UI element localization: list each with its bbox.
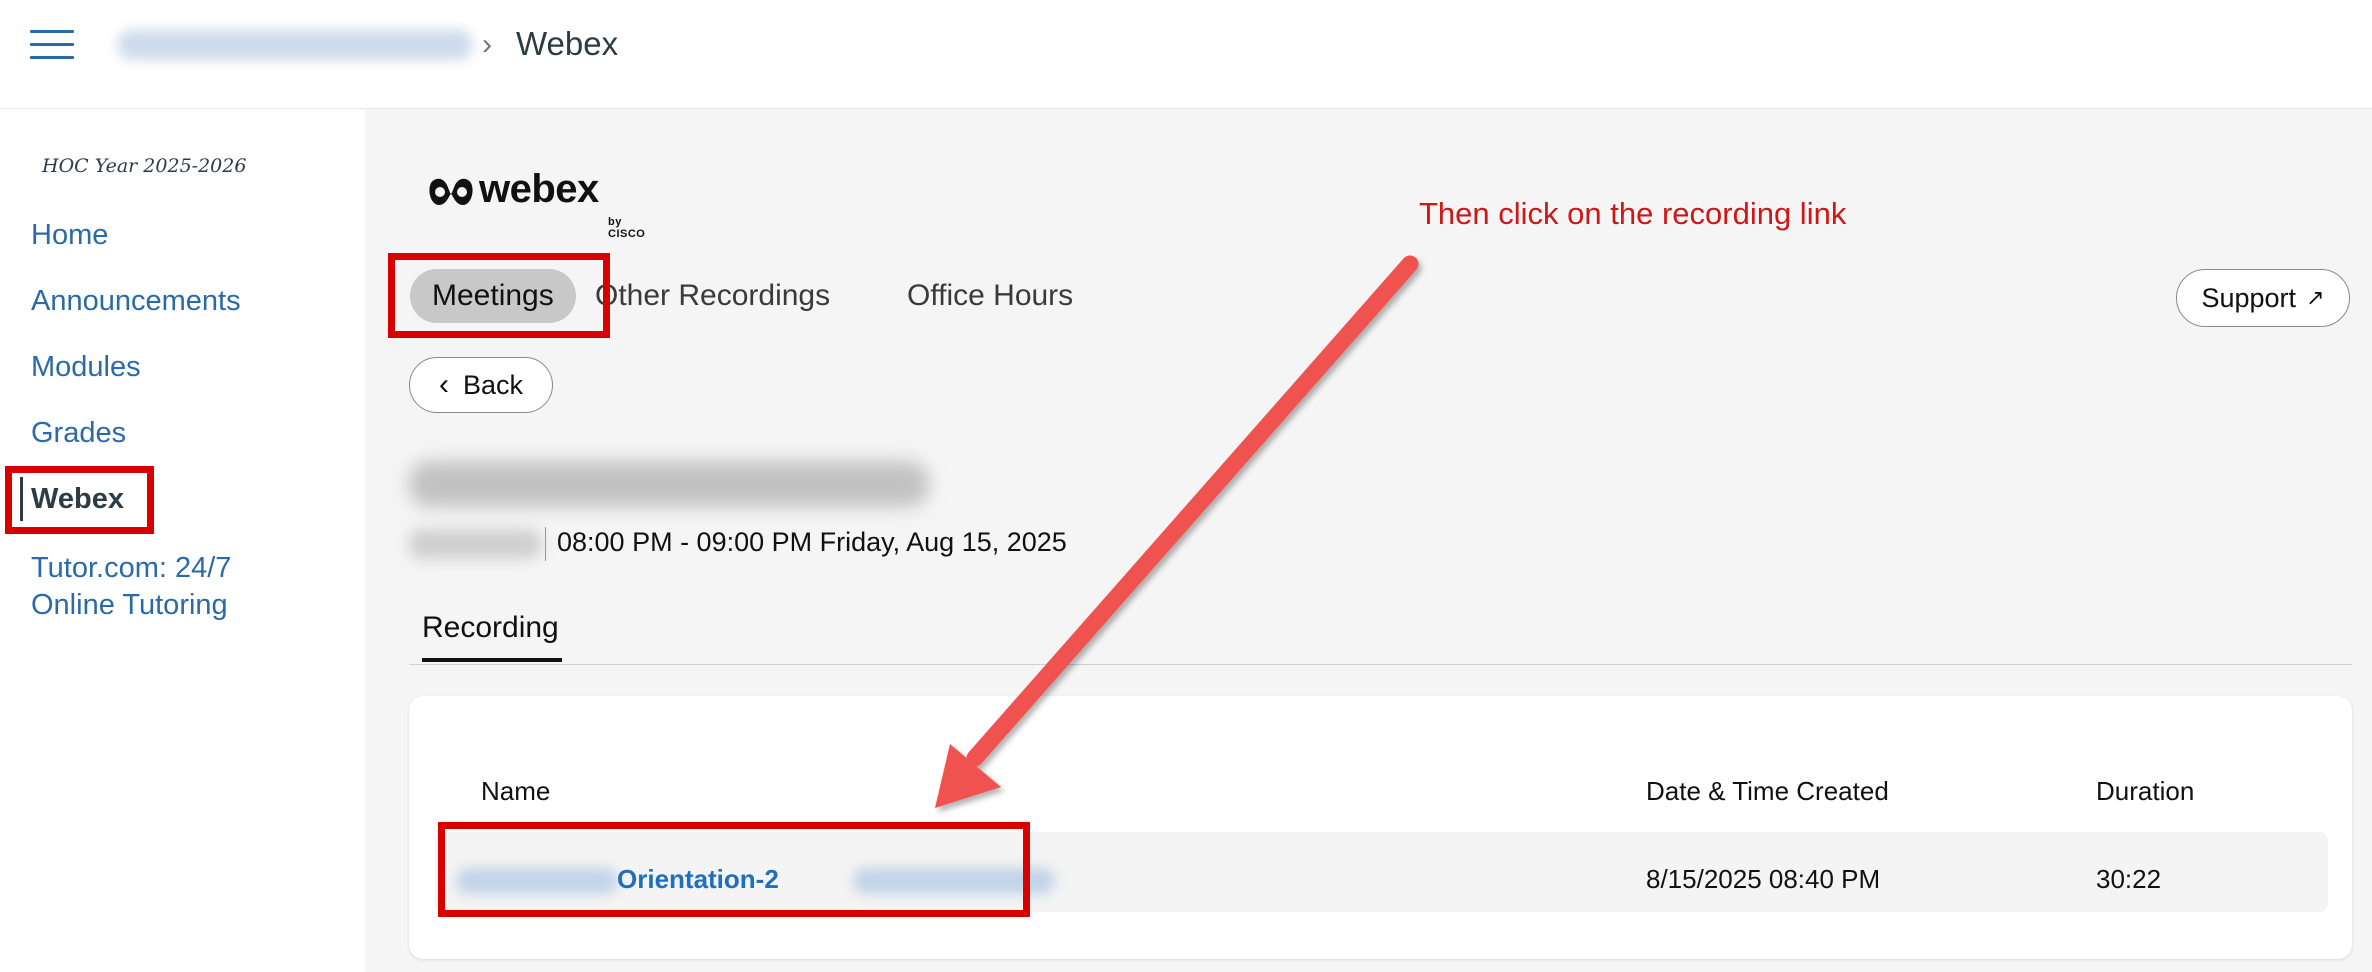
webex-logo-icon (429, 178, 473, 205)
nav-tutor-line1[interactable]: Tutor.com: 24/7 (31, 549, 231, 587)
nav-grades[interactable]: Grades (31, 414, 126, 452)
highlight-box-webex-nav (5, 466, 154, 534)
top-header: › Webex (0, 0, 2372, 109)
annotation-callout: Then click on the recording link (1419, 196, 1847, 231)
webex-logo: webex by CISCO (427, 167, 645, 240)
chevron-left-icon: ‹ (438, 368, 449, 401)
course-navigation: HOC Year 2025-2026 Home Announcements Mo… (18, 109, 363, 972)
column-header-created: Date & Time Created (1646, 776, 1889, 806)
webex-logo-text: webex (479, 167, 599, 211)
breadcrumb-course-redacted[interactable] (118, 30, 472, 60)
column-header-name: Name (481, 776, 551, 806)
nav-home[interactable]: Home (31, 216, 108, 254)
highlight-box-recording-link (438, 822, 1030, 917)
hamburger-menu-icon[interactable] (30, 30, 74, 60)
meta-divider (545, 527, 546, 561)
subtab-divider (409, 664, 2352, 665)
meeting-time: 08:00 PM - 09:00 PM Friday, Aug 15, 2025 (557, 527, 1067, 557)
webex-logo-subtext: by CISCO (608, 216, 646, 240)
recording-duration: 30:22 (2096, 864, 2162, 894)
breadcrumb-current: Webex (516, 25, 619, 62)
nav-tutor-line2[interactable]: Online Tutoring (31, 586, 228, 624)
external-link-icon: ↗ (2306, 285, 2325, 310)
recording-created: 8/15/2025 08:40 PM (1646, 864, 1881, 894)
support-label: Support (2201, 282, 2297, 313)
meeting-title-redacted (409, 461, 929, 507)
nav-announcements[interactable]: Announcements (31, 282, 241, 320)
nav-modules[interactable]: Modules (31, 348, 141, 386)
back-button[interactable]: ‹ Back (409, 357, 553, 413)
tab-recording[interactable]: Recording (422, 611, 559, 645)
tab-other-recordings[interactable]: Other Recordings (595, 269, 830, 323)
recording-tab-underline (422, 658, 562, 662)
tab-office-hours[interactable]: Office Hours (907, 269, 1073, 323)
back-label: Back (462, 369, 524, 400)
highlight-box-meetings-tab (388, 253, 610, 338)
column-header-duration: Duration (2096, 776, 2195, 806)
breadcrumb-separator-icon: › (482, 28, 492, 61)
meeting-host-redacted (409, 529, 541, 559)
support-button[interactable]: Support ↗ (2176, 269, 2350, 327)
course-term: HOC Year 2025-2026 (42, 155, 247, 177)
